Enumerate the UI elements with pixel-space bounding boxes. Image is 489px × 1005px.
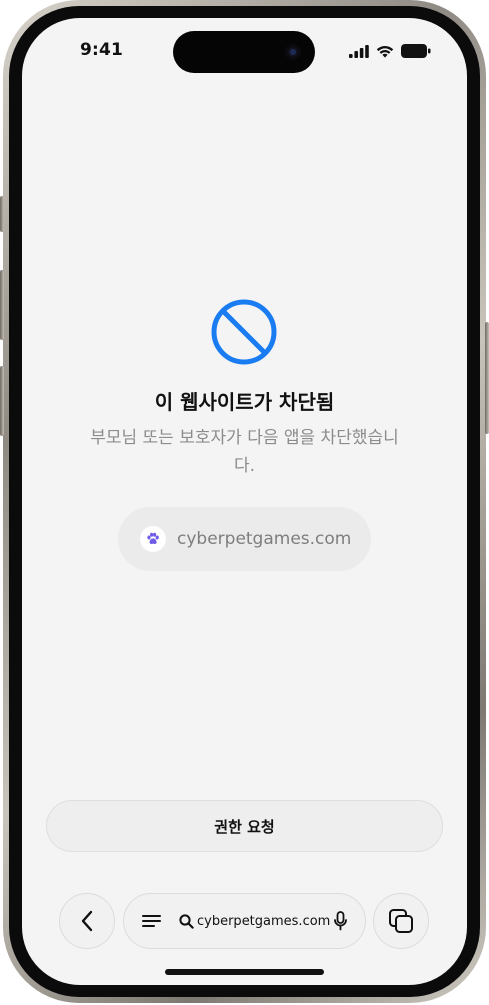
search-icon — [179, 913, 194, 929]
home-indicator[interactable] — [165, 969, 324, 975]
tabs-button[interactable] — [373, 893, 429, 949]
blocked-site-url: cyberpetgames.com — [177, 529, 352, 549]
prohibited-icon — [211, 299, 277, 365]
cellular-signal-icon — [349, 44, 369, 58]
tabs-icon — [389, 909, 413, 933]
power-button — [485, 322, 489, 434]
status-icons — [349, 44, 431, 58]
microphone-icon[interactable] — [334, 911, 348, 931]
paw-icon — [147, 532, 159, 544]
phone-device: 9:41 이 웹사이트가 차단됨 부모님 또는 보호자가 다음 앱을 차단했습니… — [0, 0, 489, 1005]
menu-lines-icon[interactable] — [142, 913, 161, 929]
address-text[interactable]: cyberpetgames.com — [197, 914, 330, 929]
blocked-site-pill: cyberpetgames.com — [118, 507, 371, 571]
request-permission-button[interactable]: 권한 요청 — [46, 800, 443, 852]
site-favicon — [140, 526, 166, 552]
chevron-left-icon — [81, 910, 93, 932]
volume-up-button — [0, 270, 4, 340]
status-time: 9:41 — [80, 40, 124, 60]
action-button — [0, 196, 4, 232]
page-subtitle: 부모님 또는 보호자가 다음 앱을 차단했습니다. — [90, 428, 399, 476]
wifi-icon — [376, 45, 394, 58]
page-title: 이 웹사이트가 차단됨 — [154, 390, 335, 414]
address-bar[interactable]: cyberpetgames.com — [123, 893, 366, 949]
screen: 9:41 이 웹사이트가 차단됨 부모님 또는 보호자가 다음 앱을 차단했습니… — [22, 18, 467, 985]
camera-icon — [285, 44, 301, 60]
volume-down-button — [0, 366, 4, 436]
dynamic-island — [173, 31, 315, 73]
battery-icon — [401, 44, 431, 58]
back-button[interactable] — [59, 893, 115, 949]
